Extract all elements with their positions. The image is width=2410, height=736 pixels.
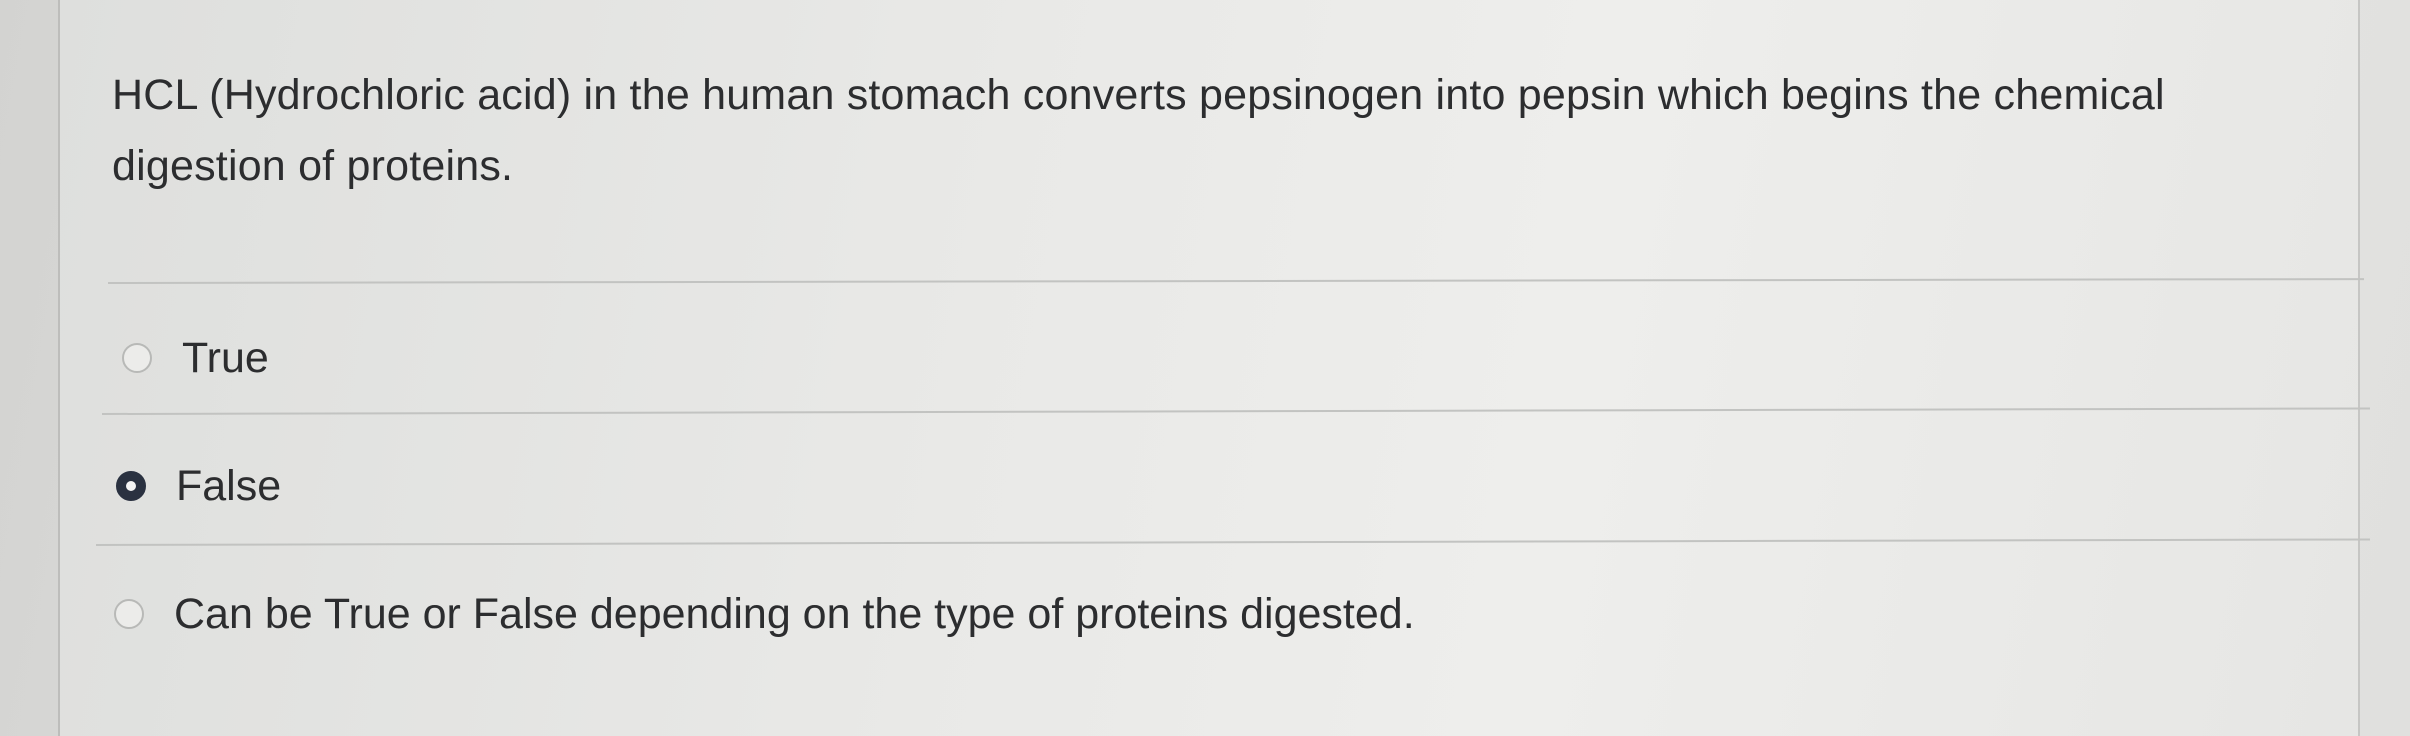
answer-option-depends[interactable]: Can be True or False depending on the ty… (114, 586, 1415, 642)
radio-button-unchecked[interactable] (114, 599, 144, 629)
radio-button-unchecked[interactable] (122, 343, 152, 373)
answer-option-true[interactable]: True (122, 330, 269, 386)
question-text: HCL (Hydrochloric acid) in the human sto… (112, 71, 2165, 190)
answer-option-false[interactable]: False (116, 458, 281, 514)
answer-label: True (182, 334, 269, 382)
divider (101, 407, 2370, 415)
divider (107, 278, 2364, 284)
divider (95, 538, 2370, 546)
quiz-screen: HCL (Hydrochloric acid) in the human sto… (0, 0, 2410, 736)
radio-button-checked[interactable] (116, 471, 146, 501)
answer-label: Can be True or False depending on the ty… (174, 590, 1415, 638)
answer-label: False (176, 462, 282, 510)
question-panel: HCL (Hydrochloric acid) in the human sto… (58, 0, 2370, 736)
